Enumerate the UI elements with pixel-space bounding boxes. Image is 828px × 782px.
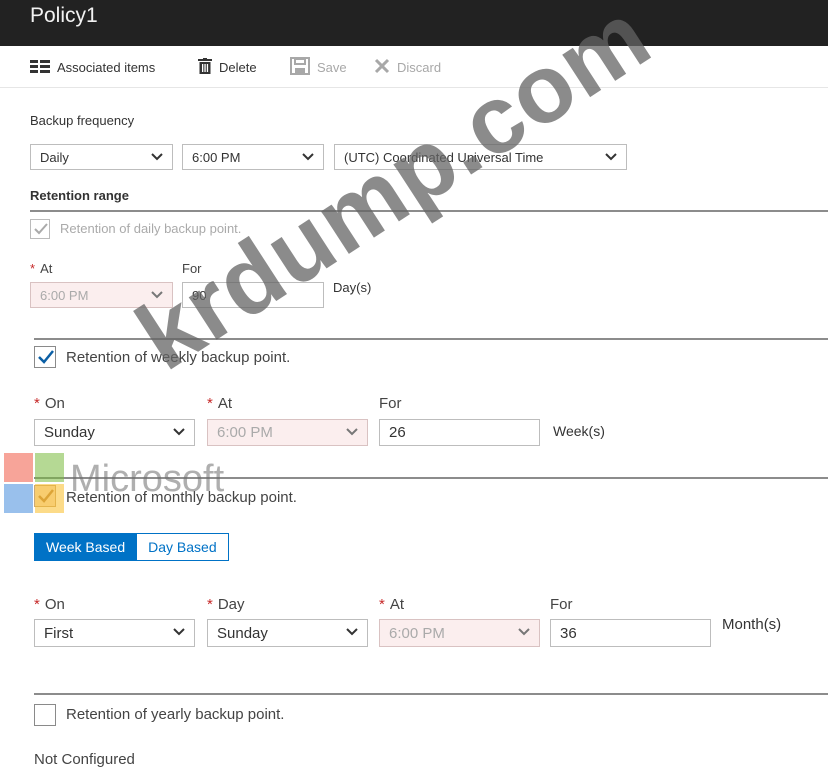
microsoft-wordmark: Microsoft [70,458,225,500]
chevron-down-icon [346,428,358,436]
chevron-down-icon [151,153,163,161]
yearly-retention-label: Retention of yearly backup point. [66,706,285,723]
chevron-down-icon [151,291,163,299]
monthly-at-select[interactable]: 6:00 PM [379,619,540,647]
timezone-value: (UTC) Coordinated Universal Time [344,149,544,165]
discard-button[interactable]: Discard [374,57,441,77]
monthly-on-value: First [44,624,74,642]
frequency-value: Daily [40,149,69,165]
weekly-retention-checkbox[interactable] [34,346,56,368]
monthly-on-label: * On [34,596,65,613]
close-icon [374,58,390,77]
divider [34,693,828,695]
divider [34,338,828,340]
weekly-retention-label: Retention of weekly backup point. [66,349,291,366]
command-bar: Associated items Delete Save Discard [0,46,828,88]
monthly-unit: Month(s) [722,616,782,633]
monthly-on-select[interactable]: First [34,619,195,647]
daily-retention-checkbox[interactable] [30,219,50,239]
weekly-for-label: For [379,395,402,412]
checkmark-icon [34,223,48,235]
yearly-status-text: Not Configured [34,751,135,768]
monthly-day-select[interactable]: Sunday [207,619,368,647]
retention-range-heading: Retention range [30,188,129,203]
title-bar: Policy1 [0,0,828,46]
daily-unit: Day(s) [333,280,372,295]
chevron-down-icon [302,153,314,161]
timezone-select[interactable]: (UTC) Coordinated Universal Time [334,144,627,170]
monthly-mode-toggle: Week Based Day Based [34,533,229,561]
divider [30,210,828,212]
monthly-day-label: * Day [207,596,245,613]
frequency-select[interactable]: Daily [30,144,173,170]
backup-time-value: 6:00 PM [192,149,241,165]
weekly-at-label: * At [207,395,233,412]
page-title: Policy1 [30,4,98,27]
monthly-day-value: Sunday [217,624,268,642]
delete-label: Delete [219,59,257,75]
weekly-unit: Week(s) [553,423,605,439]
associated-items-label: Associated items [57,59,156,75]
monthly-at-value: 6:00 PM [389,624,445,642]
trash-icon [198,57,212,77]
monthly-for-input[interactable]: 36 [550,619,711,647]
discard-label: Discard [397,59,442,75]
backup-frequency-label: Backup frequency [30,113,135,128]
weekly-on-value: Sunday [44,424,95,441]
save-label: Save [317,59,347,75]
weekly-on-select[interactable]: Sunday [34,419,195,446]
daily-at-select[interactable]: 6:00 PM [30,282,173,308]
day-based-option[interactable]: Day Based [137,533,229,561]
save-icon [290,56,310,78]
monthly-at-label: * At [379,596,405,613]
yearly-retention-checkbox[interactable] [34,704,56,726]
weekly-on-label: * On [34,395,65,412]
microsoft-logo-icon [4,453,64,513]
save-button[interactable]: Save [290,56,347,78]
monthly-for-label: For [550,596,573,613]
daily-at-label: * At [30,261,53,276]
daily-for-input[interactable]: 90 [182,282,324,308]
associated-items-button[interactable]: Associated items [30,57,155,77]
chevron-down-icon [173,428,185,436]
delete-button[interactable]: Delete [198,57,257,77]
weekly-at-value: 6:00 PM [217,424,273,441]
backup-time-select[interactable]: 6:00 PM [182,144,324,170]
chevron-down-icon [173,628,185,636]
checkmark-icon [38,350,54,364]
chevron-down-icon [346,628,358,636]
daily-retention-label: Retention of daily backup point. [60,221,242,236]
chevron-down-icon [605,153,617,161]
week-based-option[interactable]: Week Based [34,533,138,561]
list-icon [30,59,50,76]
daily-for-label: For [182,261,202,276]
weekly-for-input[interactable]: 26 [379,419,540,446]
weekly-at-select[interactable]: 6:00 PM [207,419,368,446]
chevron-down-icon [518,628,530,636]
daily-at-value: 6:00 PM [40,287,89,303]
